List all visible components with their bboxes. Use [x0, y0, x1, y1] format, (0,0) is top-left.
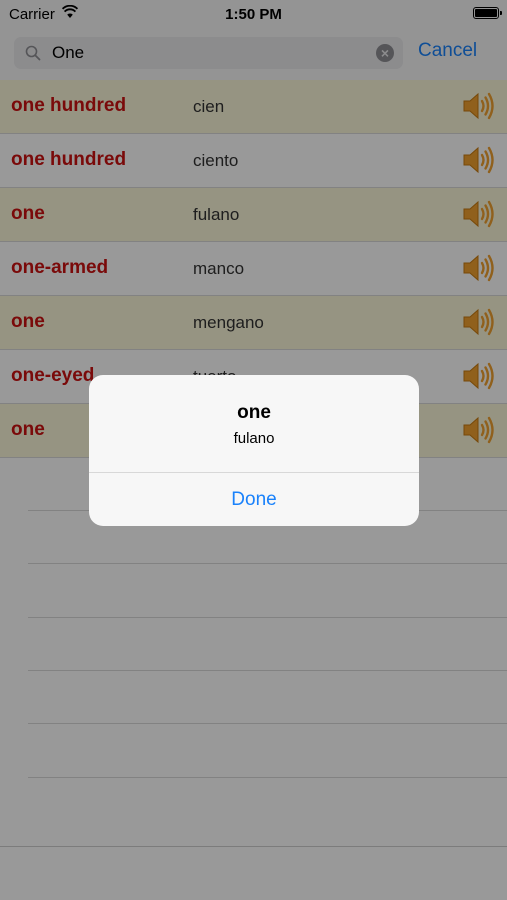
- alert-title: one: [237, 402, 271, 423]
- done-button[interactable]: Done: [89, 473, 419, 526]
- alert-message: fulano: [233, 430, 275, 447]
- alert-dialog: one fulano Done: [89, 375, 419, 526]
